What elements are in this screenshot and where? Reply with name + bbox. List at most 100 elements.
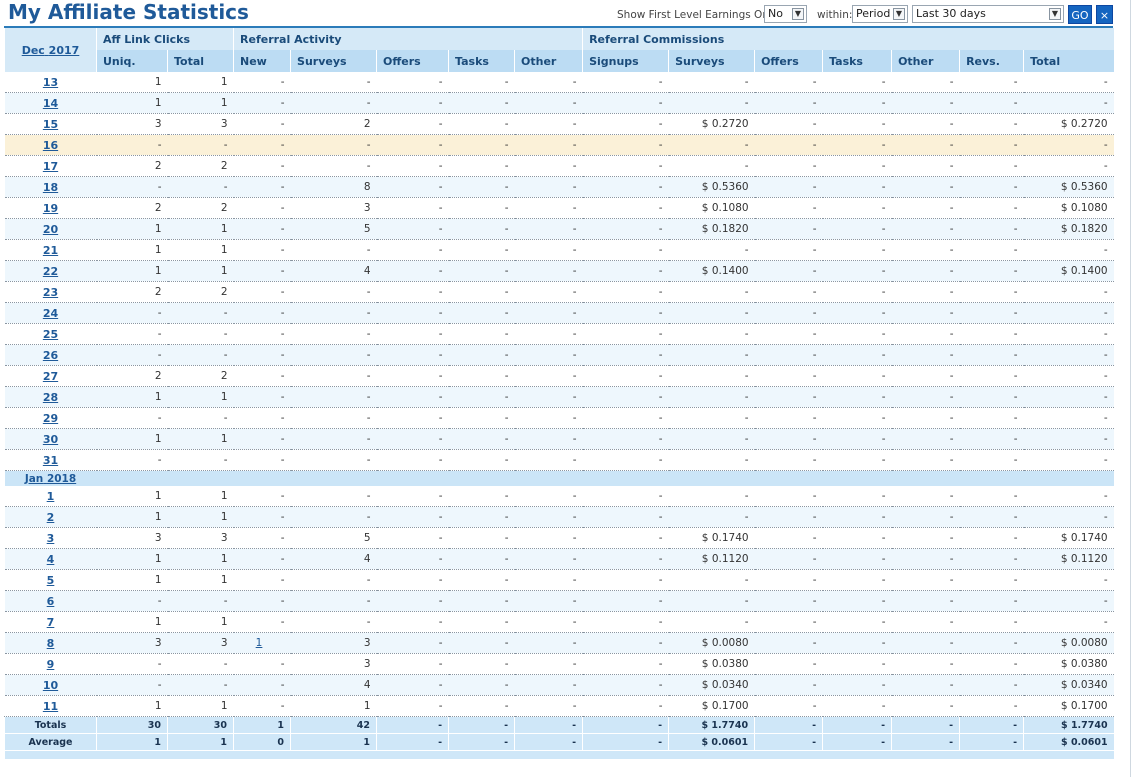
- col-comm-other-header[interactable]: Other: [891, 50, 960, 72]
- day-link[interactable]: 20: [43, 223, 58, 236]
- day-link[interactable]: 9: [47, 658, 55, 671]
- col-signups-cell: -: [582, 344, 669, 366]
- day-cell: 26: [4, 344, 97, 366]
- table-row: 3 3 3-5- - - - $ 0.1740- - - - $ 0.1740: [4, 527, 1114, 549]
- day-link[interactable]: 8: [47, 637, 55, 650]
- col-new-cell: -: [233, 428, 291, 450]
- day-link[interactable]: 14: [43, 97, 58, 110]
- day-link[interactable]: 7: [47, 616, 55, 629]
- col-new-cell: -: [233, 134, 291, 156]
- col-comm-tasks-header[interactable]: Tasks: [822, 50, 892, 72]
- day-link[interactable]: 4: [47, 553, 55, 566]
- day-link[interactable]: 31: [43, 454, 58, 467]
- col-comm-total-cell: $ 0.1700: [1023, 695, 1114, 717]
- day-link[interactable]: 24: [43, 307, 58, 320]
- col-total-clicks-cell: 3: [167, 527, 234, 549]
- day-link[interactable]: 22: [43, 265, 58, 278]
- day-link[interactable]: 23: [43, 286, 58, 299]
- day-cell: 19: [4, 197, 97, 219]
- day-cell: 9: [4, 653, 97, 675]
- day-link[interactable]: 18: [43, 181, 58, 194]
- col-tasks-header[interactable]: Tasks: [448, 50, 515, 72]
- col-revs-cell: -: [959, 486, 1024, 507]
- day-link[interactable]: 16: [43, 139, 58, 152]
- col-comm-other-cell: -: [891, 548, 960, 570]
- close-button[interactable]: ×: [1096, 5, 1113, 24]
- col-uniq-header[interactable]: Uniq.: [96, 50, 168, 72]
- col-revs-header[interactable]: Revs.: [959, 50, 1024, 72]
- day-link[interactable]: 1: [47, 490, 55, 503]
- col-total-clicks-totals-row: 30: [166, 716, 234, 734]
- day-link[interactable]: 6: [47, 595, 55, 608]
- day-link[interactable]: 11: [43, 700, 58, 713]
- col-offers-cell: -: [376, 506, 449, 528]
- col-other-cell: -: [514, 695, 583, 717]
- day-link[interactable]: 26: [43, 349, 58, 362]
- col-comm-other-cell: -: [891, 239, 960, 261]
- month-link[interactable]: Dec 2017: [22, 44, 80, 57]
- col-tasks-cell: -: [448, 281, 515, 303]
- day-cell: 11: [4, 695, 97, 717]
- col-tasks-cell: -: [448, 197, 515, 219]
- col-comm-tasks-cell: -: [822, 428, 892, 450]
- new-referral-link[interactable]: 1: [256, 637, 263, 649]
- col-new-cell: -: [233, 323, 291, 345]
- col-offers-cell: -: [376, 632, 449, 654]
- day-link[interactable]: 30: [43, 433, 58, 446]
- col-surveys-cell: -: [290, 323, 377, 345]
- col-uniq-cell: -: [96, 344, 168, 366]
- col-new-header[interactable]: New: [233, 50, 291, 72]
- col-comm-other-cell: -: [891, 611, 960, 633]
- col-comm-other-cell: -: [891, 449, 960, 471]
- col-revs-cell: -: [959, 72, 1024, 93]
- col-new-cell: -: [233, 155, 291, 177]
- col-comm-total-header[interactable]: Total: [1023, 50, 1114, 72]
- table-row: 27 2 2- - - - - - - - - - - -: [4, 365, 1114, 387]
- col-comm-surveys-cell: -: [668, 590, 755, 612]
- col-tasks-cell: -: [448, 92, 515, 114]
- day-link[interactable]: 29: [43, 412, 58, 425]
- day-cell: 25: [4, 323, 97, 345]
- date-range-select[interactable]: Last 30 days ▼: [912, 5, 1064, 23]
- col-comm-surveys-header[interactable]: Surveys: [668, 50, 755, 72]
- col-offers-cell: -: [376, 92, 449, 114]
- col-new-cell: -: [233, 407, 291, 429]
- first-level-select[interactable]: No ▼: [764, 5, 807, 23]
- col-surveys-header[interactable]: Surveys: [290, 50, 377, 72]
- col-new-cell: -: [233, 302, 291, 324]
- day-link[interactable]: 10: [43, 679, 58, 692]
- day-link[interactable]: 19: [43, 202, 58, 215]
- col-comm-surveys-cell: $ 0.2720: [668, 113, 755, 135]
- day-link[interactable]: 28: [43, 391, 58, 404]
- col-uniq-cell: -: [96, 449, 168, 471]
- col-offers-cell: -: [376, 449, 449, 471]
- day-link[interactable]: 13: [43, 76, 58, 89]
- col-comm-surveys-totals-row: $ 1.7740: [668, 716, 755, 734]
- col-total-clicks-header[interactable]: Total: [166, 50, 234, 72]
- day-link[interactable]: 25: [43, 328, 58, 341]
- col-tasks-cell: -: [448, 365, 515, 387]
- col-uniq-cell: -: [96, 134, 168, 156]
- col-comm-offers-header[interactable]: Offers: [754, 50, 823, 72]
- col-comm-other-totals-row: -: [891, 716, 960, 734]
- within-select[interactable]: Period ▼: [852, 5, 908, 23]
- col-comm-tasks-cell: -: [822, 176, 892, 198]
- col-comm-offers-cell: -: [754, 653, 823, 675]
- day-link[interactable]: 27: [43, 370, 58, 383]
- day-link[interactable]: 3: [47, 532, 55, 545]
- col-surveys-cell: -: [290, 344, 377, 366]
- day-link[interactable]: 2: [47, 511, 55, 524]
- chevron-down-icon: ▼: [893, 8, 905, 20]
- col-tasks-cell: -: [448, 113, 515, 135]
- day-link[interactable]: 21: [43, 244, 58, 257]
- col-offers-header[interactable]: Offers: [376, 50, 449, 72]
- go-button[interactable]: GO: [1068, 5, 1092, 24]
- col-other-header[interactable]: Other: [514, 50, 583, 72]
- col-comm-total-cell: -: [1023, 611, 1114, 633]
- month-link[interactable]: Jan 2018: [25, 473, 76, 485]
- col-offers-cell: -: [376, 239, 449, 261]
- day-link[interactable]: 17: [43, 160, 58, 173]
- day-link[interactable]: 5: [47, 574, 55, 587]
- day-link[interactable]: 15: [43, 118, 58, 131]
- col-signups-header[interactable]: Signups: [582, 50, 669, 72]
